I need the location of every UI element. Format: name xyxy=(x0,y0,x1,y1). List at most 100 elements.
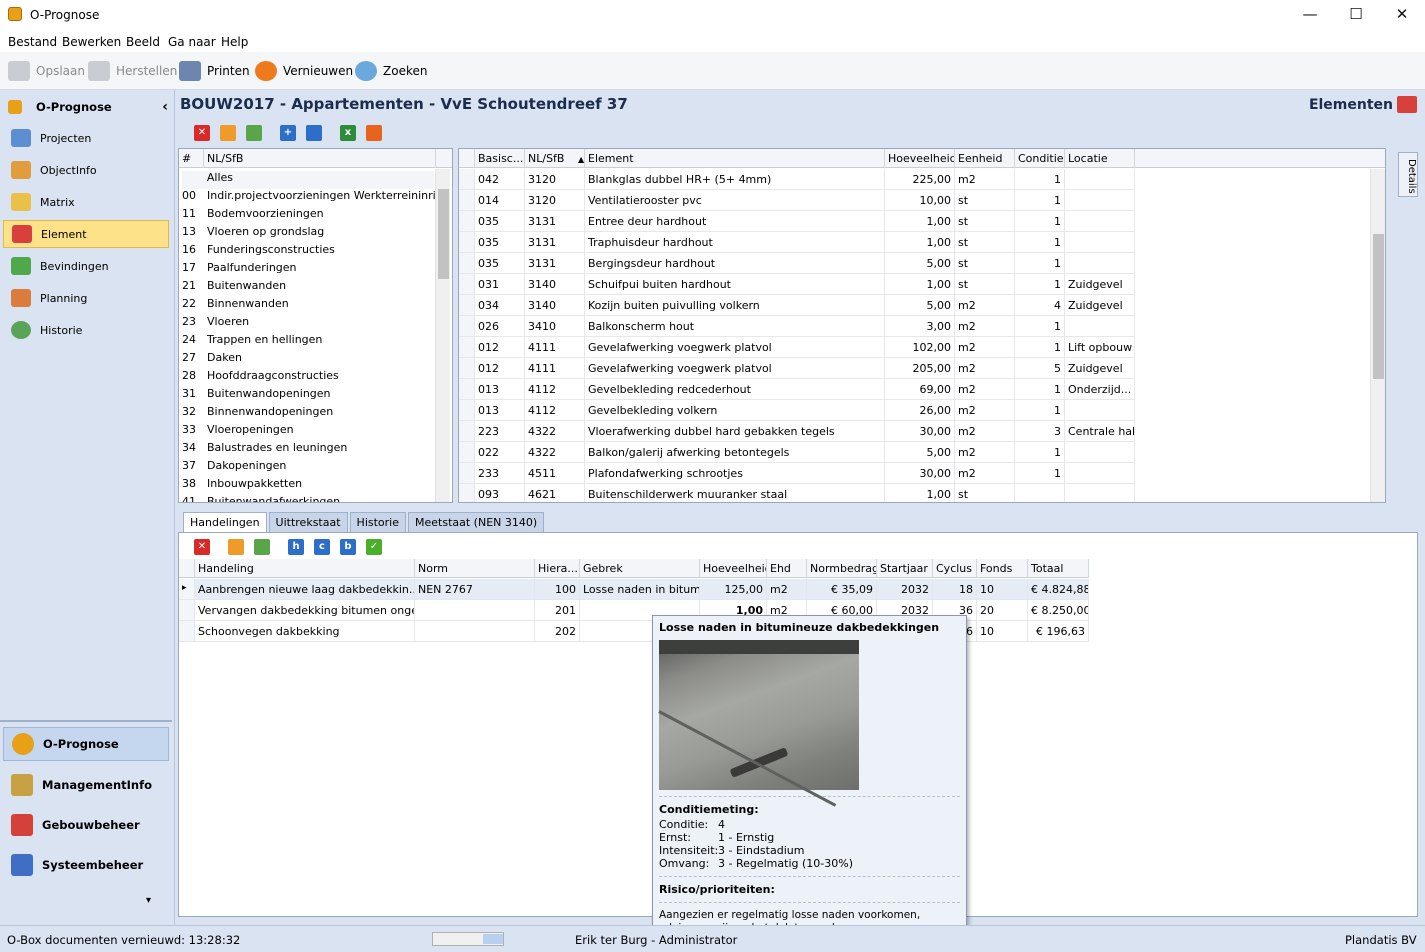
element-row[interactable]: 031 3140 Schuifpui buiten hardhout 1,00 st 1 Z… xyxy=(459,274,1135,295)
search-button[interactable]: Zoeken xyxy=(355,60,427,82)
nlsfb-row[interactable]: 32 Binnenwandopeningen xyxy=(182,405,435,423)
col-nlsfb[interactable]: NL/SfB xyxy=(204,149,436,168)
element-row[interactable]: 035 3131 Bergingsdeur hardhout 5,00 st 1 xyxy=(459,253,1135,274)
excel-icon[interactable]: x xyxy=(340,125,356,141)
col-basiscode[interactable]: Basisc... xyxy=(475,149,525,168)
nlsfb-scroll-thumb[interactable] xyxy=(438,189,449,279)
collapse-sidebar-button[interactable]: ‹ xyxy=(162,99,168,115)
sidebar-item-element[interactable]: Element xyxy=(3,220,169,248)
window-icon[interactable] xyxy=(246,125,262,141)
check-icon[interactable]: ✓ xyxy=(366,539,382,555)
sidebar-item-bevindingen[interactable]: Bevindingen xyxy=(3,252,169,280)
delete-icon[interactable]: ✕ xyxy=(194,125,210,141)
col-hierarchie[interactable]: Hiera... xyxy=(535,559,580,578)
elements-scroll-thumb[interactable] xyxy=(1373,234,1384,379)
nlsfb-row[interactable]: Alles xyxy=(182,171,434,189)
col-ehd[interactable]: Ehd xyxy=(767,559,807,578)
sidebar-item-projecten[interactable]: Projecten xyxy=(3,124,169,152)
col-cyclus[interactable]: Cyclus xyxy=(933,559,977,578)
menu-ga-naar[interactable]: Ga naar xyxy=(168,35,216,49)
module-managementinfo[interactable]: ManagementInfo xyxy=(3,768,169,802)
sidebar-item-planning[interactable]: Planning xyxy=(3,284,169,312)
window-icon[interactable] xyxy=(254,539,270,555)
nlsfb-row[interactable]: 21 Buitenwanden xyxy=(182,279,435,297)
nlsfb-row[interactable]: 23 Vloeren xyxy=(182,315,435,333)
nlsfb-row[interactable]: 13 Vloeren op grondslag xyxy=(182,225,435,243)
module-oprognose[interactable]: O-Prognose xyxy=(3,727,169,761)
col-gebrek[interactable]: Gebrek xyxy=(580,559,700,578)
element-row[interactable]: 013 4112 Gevelbekleding redcederhout 69,00 m… xyxy=(459,379,1135,400)
col-number[interactable]: # xyxy=(179,149,204,168)
module-systeembeheer[interactable]: Systeembeheer xyxy=(3,848,169,882)
element-row[interactable]: 042 3120 Blankglas dubbel HR+ (5+ 4mm) 225,… xyxy=(459,169,1135,190)
nlsfb-row[interactable]: 37 Dakopeningen xyxy=(182,459,435,477)
handeling[interactable]: Aanbrengen nieuwe laag dakbedekkin... xyxy=(195,579,415,599)
minimize-button[interactable]: — xyxy=(1287,0,1333,30)
details-side-tab[interactable]: Details xyxy=(1398,152,1418,197)
nlsfb-row[interactable]: 34 Balustrades en leuningen xyxy=(182,441,435,459)
col-handeling[interactable]: Handeling xyxy=(195,559,415,578)
col-fonds[interactable]: Fonds xyxy=(977,559,1028,578)
element-row[interactable]: 035 3131 Entree deur hardhout 1,00 st 1 xyxy=(459,211,1135,232)
col-nlsfb-code[interactable]: NL/SfB ▲ xyxy=(525,149,585,168)
elements-scrollbar[interactable] xyxy=(1370,169,1385,502)
col-element[interactable]: Element xyxy=(585,149,885,168)
nlsfb-row[interactable]: 27 Daken xyxy=(182,351,435,369)
nlsfb-row[interactable]: 11 Bodemvoorzieningen xyxy=(182,207,435,225)
copy-icon[interactable] xyxy=(306,125,322,141)
nlsfb-row[interactable]: 24 Trappen en hellingen xyxy=(182,333,435,351)
menu-help[interactable]: Help xyxy=(221,35,248,49)
col-eenheid[interactable]: Eenheid xyxy=(955,149,1015,168)
nlsfb-scrollbar[interactable] xyxy=(435,169,450,502)
col-locatie[interactable]: Locatie xyxy=(1065,149,1135,168)
element-row[interactable]: 022 4322 Balkon/galerij afwerking betonteg… xyxy=(459,442,1135,463)
element-row[interactable]: 093 4621 Buitenschilderwerk muuranker staa… xyxy=(459,484,1135,502)
nlsfb-row[interactable]: 16 Funderingsconstructies xyxy=(182,243,435,261)
h-icon[interactable]: h xyxy=(288,539,304,555)
maximize-button[interactable]: ☐ xyxy=(1333,0,1379,30)
tab-uittrekstaat[interactable]: Uittrekstaat xyxy=(268,512,348,532)
menu-bewerken[interactable]: Bewerken xyxy=(62,35,121,49)
element-row[interactable]: 026 3410 Balkonscherm hout 3,00 m2 1 xyxy=(459,316,1135,337)
nlsfb-row[interactable]: 22 Binnenwanden xyxy=(182,297,435,315)
sidebar-item-historie[interactable]: Historie xyxy=(3,316,169,344)
tab-handelingen[interactable]: Handelingen xyxy=(183,512,267,532)
col-norm[interactable]: Norm xyxy=(415,559,535,578)
nlsfb-row[interactable]: 33 Vloeropeningen xyxy=(182,423,435,441)
refresh-button[interactable]: Vernieuwen xyxy=(255,60,353,82)
element-row[interactable]: 223 4322 Vloerafwerking dubbel hard gebakk… xyxy=(459,421,1135,442)
nlsfb-row[interactable]: 41 Buitenwandafwerkingen xyxy=(182,495,435,502)
col-hoeveelheid[interactable]: Hoeveelheid xyxy=(885,149,955,168)
handeling-row[interactable]: ▸ Aanbrengen nieuwe laag dakbedekkin... NE… xyxy=(179,579,1089,600)
nlsfb-row[interactable]: 38 Inbouwpakketten xyxy=(182,477,435,495)
sidebar-splitter[interactable] xyxy=(0,720,172,722)
delete-icon[interactable]: ✕ xyxy=(194,539,210,555)
close-button[interactable]: ✕ xyxy=(1379,0,1425,30)
col-totaal[interactable]: Totaal xyxy=(1028,559,1089,578)
sidebar-item-objectinfo[interactable]: ObjectInfo xyxy=(3,156,169,184)
list-icon[interactable] xyxy=(228,539,244,555)
print-button[interactable]: Printen xyxy=(179,60,250,82)
list-icon[interactable] xyxy=(220,125,236,141)
menu-bestand[interactable]: Bestand xyxy=(8,35,57,49)
element-row[interactable]: 012 4111 Gevelafwerking voegwerk platvol 20… xyxy=(459,358,1135,379)
element-row[interactable]: 035 3131 Traphuisdeur hardhout 1,00 st 1 xyxy=(459,232,1135,253)
sidebar-item-matrix[interactable]: Matrix xyxy=(3,188,169,216)
add-icon[interactable]: + xyxy=(280,125,296,141)
col-normbedrag[interactable]: Normbedrag xyxy=(807,559,877,578)
element-row[interactable]: 012 4111 Gevelafwerking voegwerk platvol 10… xyxy=(459,337,1135,358)
nlsfb-row[interactable]: 31 Buitenwandopeningen xyxy=(182,387,435,405)
module-gebouwbeheer[interactable]: Gebouwbeheer xyxy=(3,808,169,842)
element-row[interactable]: 013 4112 Gevelbekleding volkern 26,00 m2 1 xyxy=(459,400,1135,421)
sidebar-more-button[interactable]: ▾ xyxy=(146,895,151,906)
c-icon[interactable]: c xyxy=(314,539,330,555)
col-hoeveelheid[interactable]: Hoeveelheid xyxy=(700,559,767,578)
element-row[interactable]: 034 3140 Kozijn buiten puivulling volkern 5… xyxy=(459,295,1135,316)
menu-beeld[interactable]: Beeld xyxy=(126,35,160,49)
col-startjaar[interactable]: Startjaar xyxy=(877,559,933,578)
element-row[interactable]: 014 3120 Ventilatierooster pvc 10,00 st 1 xyxy=(459,190,1135,211)
nlsfb-row[interactable]: 00 Indir.projectvoorzieningen Werkterrein… xyxy=(182,189,435,207)
element-row[interactable]: 233 4511 Plafondafwerking schrootjes 30,00 m… xyxy=(459,463,1135,484)
restore-button[interactable]: Herstellen xyxy=(88,60,177,82)
tab-historie[interactable]: Historie xyxy=(349,512,406,532)
